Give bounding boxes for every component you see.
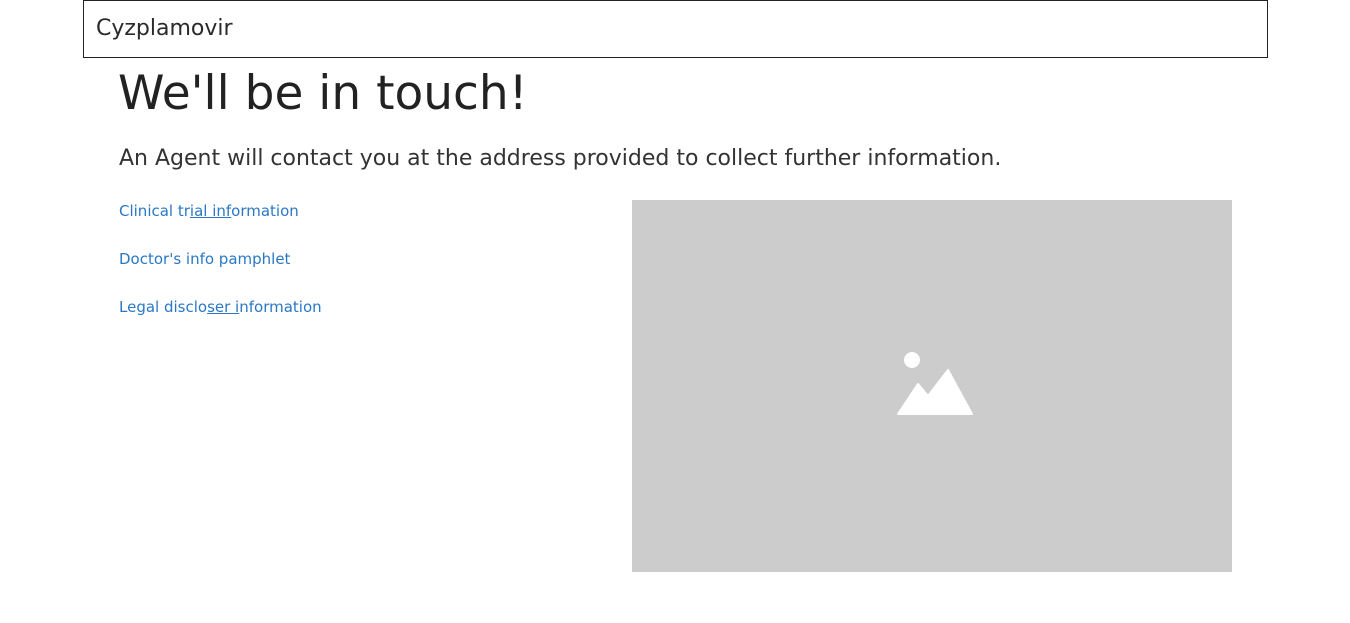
resource-links: Clinical trial information Doctor's info… bbox=[119, 200, 599, 344]
doctors-info-pamphlet-link[interactable]: Doctor's info pamphlet bbox=[119, 248, 599, 270]
link-text-end: nformation bbox=[239, 298, 322, 316]
clinical-trial-info-link[interactable]: Clinical trial information bbox=[119, 200, 599, 222]
link-text-end: ormation bbox=[231, 202, 299, 220]
link-text-underlined: ial inf bbox=[189, 202, 232, 220]
link-text-start: Legal disclo bbox=[119, 298, 208, 316]
page-title: We'll be in touch! bbox=[118, 66, 528, 121]
page-subtitle: An Agent will contact you at the address… bbox=[119, 146, 1002, 171]
link-text-start: Clinical tr bbox=[119, 202, 190, 220]
legal-disclosure-info-link[interactable]: Legal discloser information bbox=[119, 296, 599, 318]
image-placeholder-icon bbox=[897, 352, 973, 415]
brand-name[interactable]: Cyzplamovir bbox=[96, 15, 233, 43]
header-bar: Cyzplamovir bbox=[83, 0, 1268, 58]
image-placeholder bbox=[632, 200, 1232, 572]
link-text-start: Doctor's info pamphlet bbox=[119, 250, 291, 268]
link-text-underlined: ser i bbox=[207, 298, 240, 316]
